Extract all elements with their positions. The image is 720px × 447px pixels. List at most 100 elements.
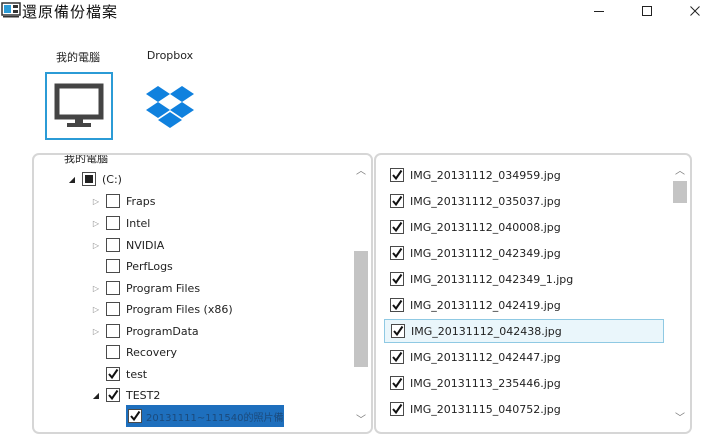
file-checkbox[interactable] <box>390 298 404 312</box>
file-checkbox[interactable] <box>390 402 404 416</box>
folder-tree-panel[interactable]: 我的電腦 ◢ (C:) ▷ Fraps ▷ Intel ▷ NVIDIA Per… <box>32 153 373 434</box>
app-icon <box>1 2 21 18</box>
source-dropbox-button[interactable] <box>140 78 200 134</box>
tree-item-nvidia[interactable]: ▷ NVIDIA <box>90 234 164 256</box>
collapse-arrow-icon[interactable]: ◢ <box>66 173 78 185</box>
file-row[interactable]: IMG_20131112_042419.jpg <box>384 293 664 317</box>
file-row[interactable]: IMG_20131113_235446.jpg <box>384 371 664 395</box>
file-name: IMG_20131112_042419.jpg <box>410 298 561 312</box>
tree-scrollbar[interactable]: ︿ ﹀ <box>351 155 371 432</box>
file-row[interactable]: IMG_20131112_042438.jpg <box>384 319 664 343</box>
source-label-my-computer: 我的電腦 <box>56 51 100 64</box>
file-row[interactable]: IMG_20131112_040008.jpg <box>384 215 664 239</box>
tree-item-label: Intel <box>126 216 151 230</box>
tree-root-label: 我的電腦 <box>64 153 108 165</box>
source-my-computer-button[interactable] <box>45 72 113 140</box>
tree-item-intel[interactable]: ▷ Intel <box>90 212 150 234</box>
file-name: IMG_20131112_042349.jpg <box>410 246 561 260</box>
file-list-scrollbar[interactable]: ︿ ﹀ <box>670 155 690 432</box>
folder-checkbox[interactable] <box>106 388 120 402</box>
scroll-up-arrow-icon[interactable]: ︿ <box>355 163 367 177</box>
expand-arrow-icon[interactable]: ▷ <box>90 217 102 229</box>
tree-item-recovery[interactable]: Recovery <box>90 341 177 363</box>
file-list-panel[interactable]: IMG_20131112_034959.jpg IMG_20131112_0350… <box>374 153 692 434</box>
tree-item-label: ProgramData <box>126 324 199 338</box>
file-row[interactable]: IMG_20131112_034959.jpg <box>384 163 664 187</box>
tree-item-test2[interactable]: ◢ TEST2 <box>90 384 160 406</box>
tree-item-programdata[interactable]: ▷ ProgramData <box>90 320 199 342</box>
scrollbar-thumb[interactable] <box>354 251 368 367</box>
tree-item-perflogs[interactable]: PerfLogs <box>90 255 173 277</box>
tree-item-label: PerfLogs <box>126 259 173 273</box>
minimize-button[interactable] <box>576 0 622 22</box>
expand-arrow-icon[interactable]: ▷ <box>90 303 102 315</box>
tree-item-drive-c[interactable]: ◢ (C:) <box>66 168 122 190</box>
tree-item-test[interactable]: test <box>90 363 147 385</box>
expand-arrow-icon[interactable]: ▷ <box>90 239 102 251</box>
tree-item-label: TEST2 <box>126 388 161 402</box>
folder-checkbox[interactable] <box>106 367 120 381</box>
file-name: IMG_20131112_042447.jpg <box>410 350 561 364</box>
tree-root[interactable]: 我的電腦 <box>64 153 108 169</box>
folder-checkbox[interactable] <box>106 259 120 273</box>
file-checkbox[interactable] <box>390 272 404 286</box>
scroll-up-arrow-icon[interactable]: ︿ <box>674 163 686 177</box>
file-name: IMG_20131115_040752.jpg <box>410 402 561 416</box>
tree-item-label: (C:) <box>102 172 122 186</box>
tree-item-program-files[interactable]: ▷ Program Files <box>90 277 200 299</box>
file-name: IMG_20131113_235446.jpg <box>410 376 561 390</box>
scrollbar-thumb[interactable] <box>673 181 687 203</box>
tree-item-photo-backup[interactable]: 20131111~111540的照片備份 <box>126 405 284 427</box>
file-checkbox[interactable] <box>390 168 404 182</box>
file-checkbox[interactable] <box>390 350 404 364</box>
folder-checkbox[interactable] <box>106 281 120 295</box>
file-checkbox[interactable] <box>390 376 404 390</box>
expand-arrow-icon[interactable]: ▷ <box>90 282 102 294</box>
file-name: IMG_20131112_035037.jpg <box>410 194 561 208</box>
drive-checkbox[interactable] <box>82 172 96 186</box>
tree-item-label: 20131111~111540的照片備份 <box>146 412 284 424</box>
title-bar: 還原備份檔案 <box>0 0 720 22</box>
collapse-arrow-icon[interactable]: ◢ <box>90 389 102 401</box>
folder-checkbox[interactable] <box>106 302 120 316</box>
close-button[interactable] <box>672 0 718 22</box>
tree-item-label: Program Files (x86) <box>126 302 233 316</box>
file-row[interactable]: IMG_20131112_042349.jpg <box>384 241 664 265</box>
tree-item-program-files-x86[interactable]: ▷ Program Files (x86) <box>90 298 233 320</box>
maximize-button[interactable] <box>624 0 670 22</box>
scroll-down-arrow-icon[interactable]: ﹀ <box>355 412 367 426</box>
file-row[interactable]: IMG_20131112_042447.jpg <box>384 345 664 369</box>
tree-item-label: Recovery <box>126 345 178 359</box>
file-checkbox[interactable] <box>391 324 405 338</box>
file-row[interactable]: IMG_20131112_042349_1.jpg <box>384 267 664 291</box>
source-label-dropbox: Dropbox <box>146 49 194 62</box>
dropbox-icon <box>146 86 194 128</box>
tree-item-label: test <box>126 367 148 381</box>
tree-item-label: Program Files <box>126 281 201 295</box>
window-title: 還原備份檔案 <box>22 3 119 21</box>
expand-arrow-icon[interactable]: ▷ <box>90 195 102 207</box>
monitor-icon <box>54 83 104 127</box>
folder-checkbox[interactable] <box>106 216 120 230</box>
file-name: IMG_20131112_042349_1.jpg <box>410 272 574 286</box>
file-checkbox[interactable] <box>390 246 404 260</box>
folder-checkbox[interactable] <box>128 409 142 423</box>
folder-checkbox[interactable] <box>106 238 120 252</box>
file-name: IMG_20131112_034959.jpg <box>410 168 561 182</box>
folder-checkbox[interactable] <box>106 324 120 338</box>
tree-item-label: NVIDIA <box>126 238 165 252</box>
file-name: IMG_20131112_042438.jpg <box>411 324 562 338</box>
file-checkbox[interactable] <box>390 194 404 208</box>
file-row[interactable]: IMG_20131115_040752.jpg <box>384 397 664 421</box>
folder-checkbox[interactable] <box>106 194 120 208</box>
file-name: IMG_20131112_040008.jpg <box>410 220 561 234</box>
file-checkbox[interactable] <box>390 220 404 234</box>
tree-item-fraps[interactable]: ▷ Fraps <box>90 190 156 212</box>
scroll-down-arrow-icon[interactable]: ﹀ <box>674 410 686 424</box>
file-row[interactable]: IMG_20131112_035037.jpg <box>384 189 664 213</box>
folder-checkbox[interactable] <box>106 345 120 359</box>
expand-arrow-icon[interactable]: ▷ <box>90 325 102 337</box>
